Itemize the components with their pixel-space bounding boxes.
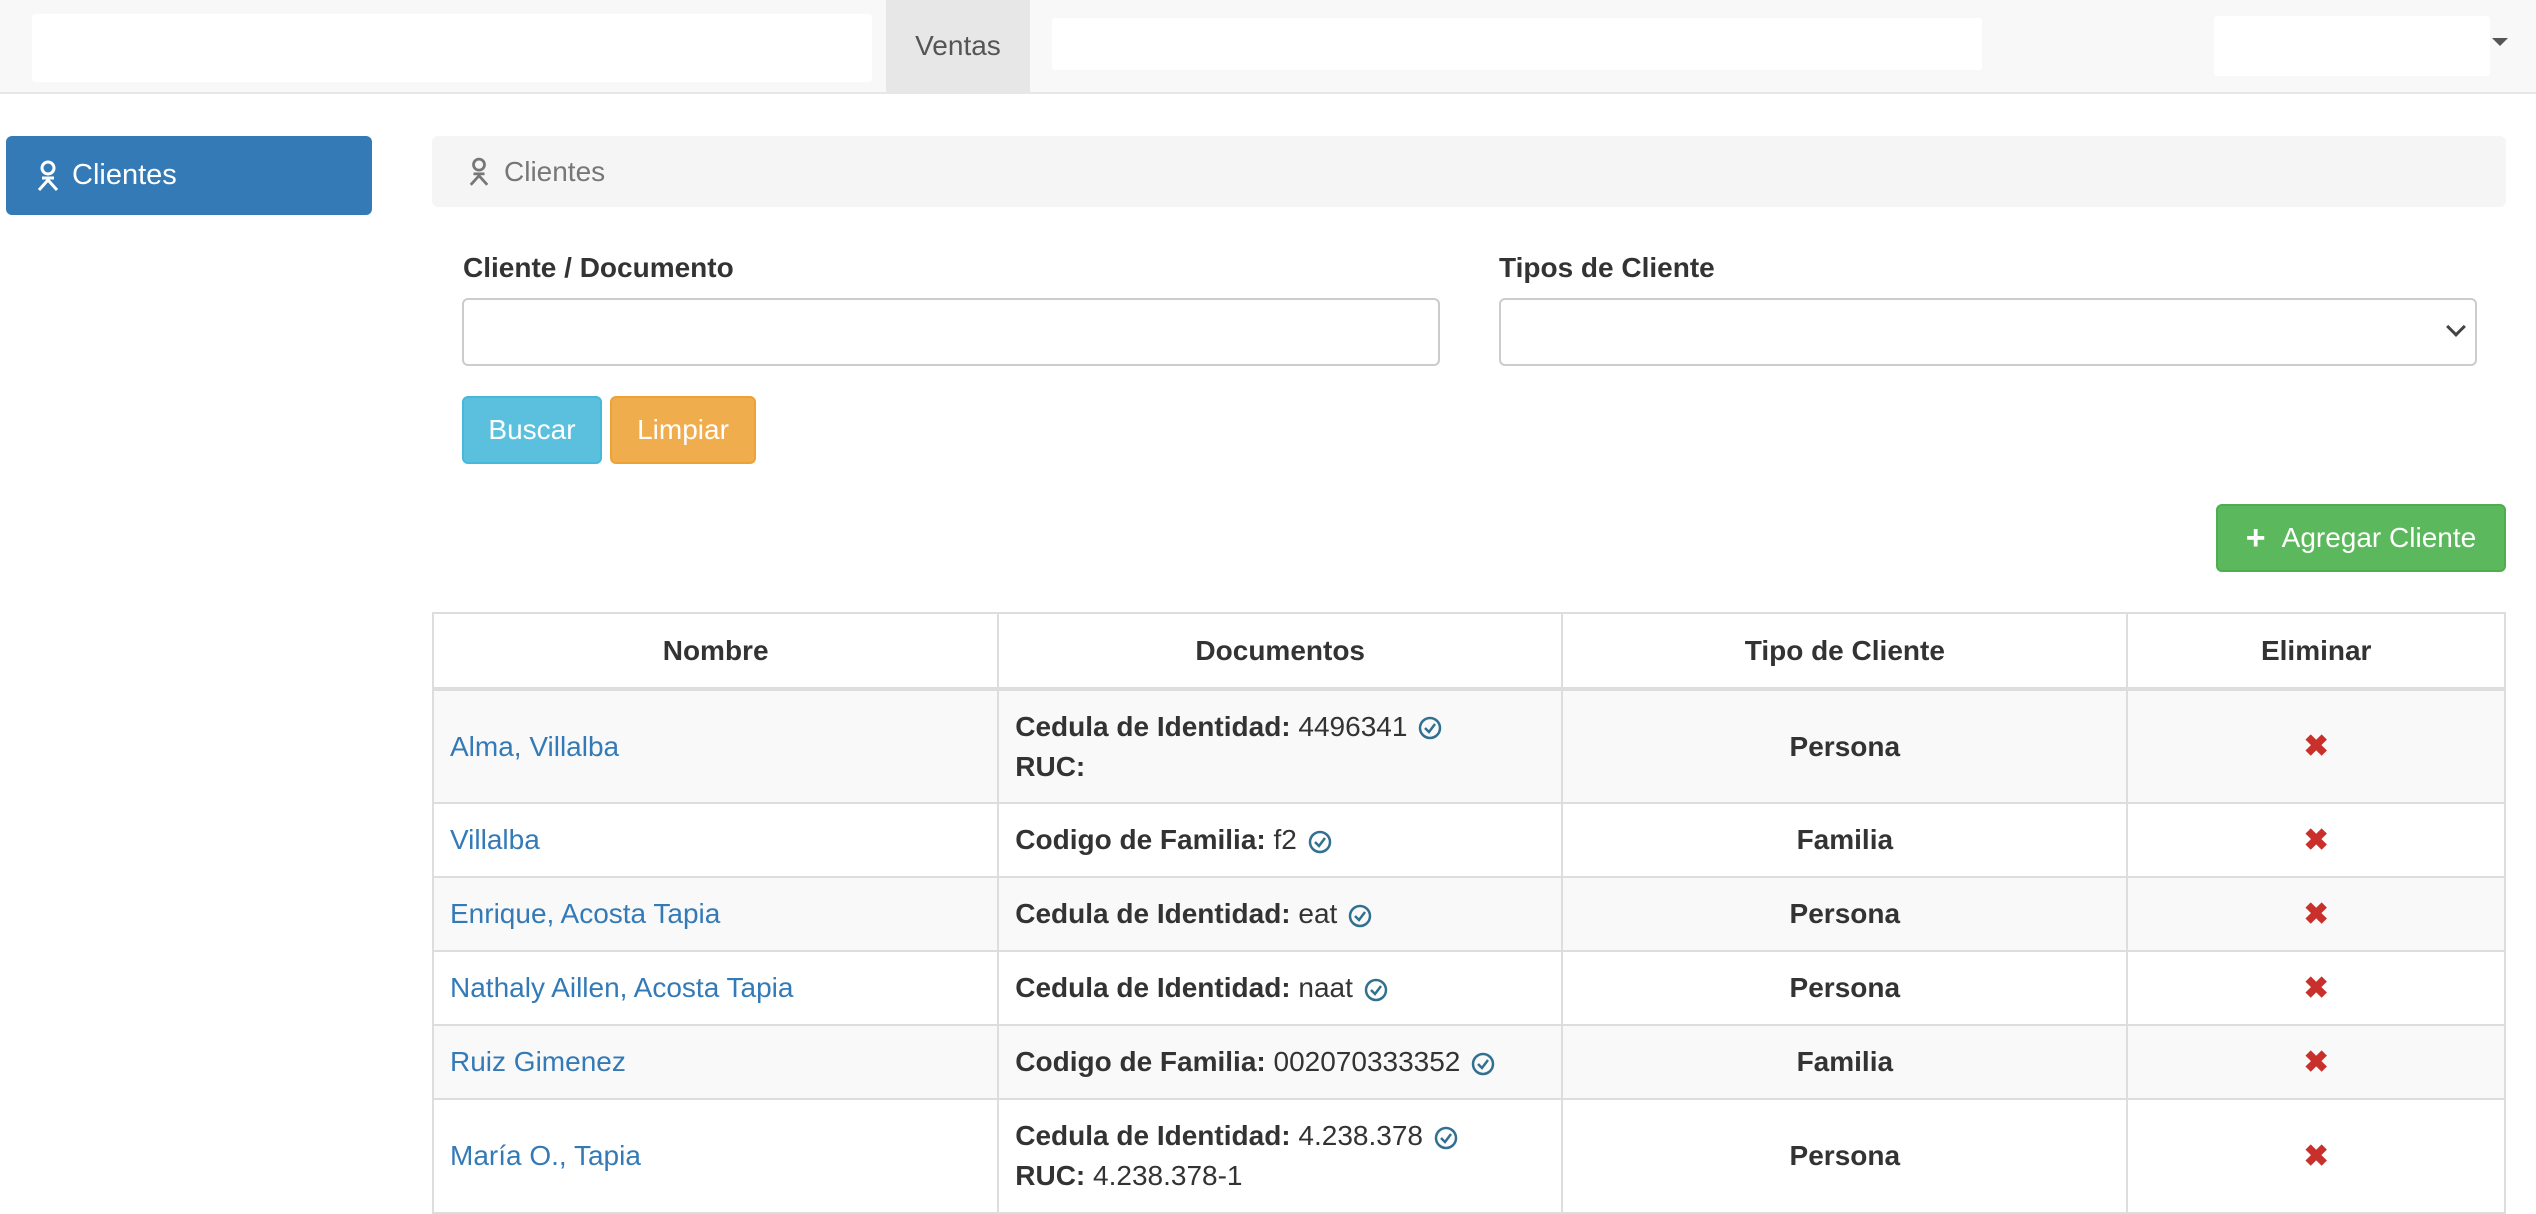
cell-nombre: Nathaly Aillen, Acosta Tapia [431, 950, 1000, 1026]
nav-brand-area[interactable] [32, 14, 872, 82]
doc-label: Cedula de Identidad: [1015, 898, 1291, 929]
cell-tipo: Persona [1561, 1098, 2129, 1214]
doc-value: eat [1298, 898, 1338, 929]
cell-documentos: Cedula de Identidad: naat [997, 950, 1564, 1026]
table-row: Ruiz Gimenez Codigo de Familia: 00207033… [431, 1024, 2506, 1100]
plus-icon: + [2245, 518, 2266, 557]
delete-icon[interactable]: ✖ [2304, 898, 2329, 931]
doc-label: Cedula de Identidad: [1015, 710, 1291, 742]
cell-documentos: Codigo de Familia: f2 [997, 802, 1564, 878]
page-header: Clientes [432, 136, 2506, 207]
doc-label: Codigo de Familia: [1015, 1046, 1266, 1077]
sidebar-item-clientes[interactable]: Clientes [6, 136, 372, 215]
cell-nombre: Ruiz Gimenez [431, 1024, 1000, 1100]
client-name-link[interactable]: Alma, Villalba [450, 731, 619, 762]
check-circle-icon [1364, 978, 1388, 1001]
client-name-link[interactable]: Villalba [450, 824, 540, 855]
cell-tipo: Persona [1561, 688, 2129, 804]
table-row: Nathaly Aillen, Acosta Tapia Cedula de I… [431, 950, 2506, 1026]
cell-eliminar: ✖ [2126, 1024, 2506, 1100]
table-row: María O., Tapia Cedula de Identidad: 4.2… [431, 1098, 2506, 1214]
doc-label: Cedula de Identidad: [1015, 972, 1291, 1003]
table-header-row: Nombre Documentos Tipo de Cliente Elimin… [431, 612, 2506, 691]
cell-nombre: Enrique, Acosta Tapia [431, 876, 1000, 952]
caret-down-icon[interactable] [2492, 38, 2508, 46]
check-circle-icon [1349, 904, 1372, 927]
cell-documentos: Cedula de Identidad: eat [997, 876, 1564, 952]
clientes-table: Nombre Documentos Tipo de Cliente Elimin… [431, 612, 2506, 1214]
delete-icon[interactable]: ✖ [2304, 972, 2329, 1005]
cell-tipo: Familia [1561, 1024, 2129, 1100]
cell-eliminar: ✖ [2126, 876, 2506, 952]
buscar-button[interactable]: Buscar [462, 396, 602, 464]
tipos-cliente-select[interactable] [1499, 298, 2477, 366]
doc-value: 4496341 [1298, 710, 1408, 742]
check-circle-icon [1434, 1126, 1458, 1149]
cell-tipo: Familia [1561, 802, 2129, 878]
cell-documentos: Cedula de Identidad: 4496341 RUC: [997, 688, 1564, 804]
doc-value: 4.238.378 [1298, 1120, 1423, 1151]
cell-eliminar: ✖ [2126, 1098, 2506, 1214]
nav-menu-area[interactable] [1052, 18, 1982, 70]
cell-nombre: Alma, Villalba [431, 688, 1000, 804]
limpiar-button[interactable]: Limpiar [610, 396, 756, 464]
cell-documentos: Cedula de Identidad: 4.238.378 RUC: 4.23… [997, 1098, 1564, 1214]
nav-tab-ventas[interactable]: Ventas [886, 0, 1030, 92]
cell-nombre: Villalba [431, 802, 1000, 878]
client-name-link[interactable]: Nathaly Aillen, Acosta Tapia [450, 972, 793, 1003]
doc-value: 4.238.378-1 [1093, 1160, 1243, 1191]
cliente-documento-input[interactable] [462, 298, 1440, 366]
delete-icon[interactable]: ✖ [2304, 824, 2329, 857]
user-icon [37, 160, 59, 191]
column-header-nombre[interactable]: Nombre [431, 612, 1000, 691]
table-row: Alma, Villalba Cedula de Identidad: 4496… [431, 688, 2506, 804]
cell-documentos: Codigo de Familia: 002070333352 [997, 1024, 1564, 1100]
client-name-link[interactable]: María O., Tapia [450, 1140, 641, 1171]
cell-tipo: Persona [1561, 876, 2129, 952]
delete-icon[interactable]: ✖ [2304, 1140, 2329, 1173]
client-name-link[interactable]: Ruiz Gimenez [450, 1046, 626, 1077]
agregar-cliente-button[interactable]: + Agregar Cliente [2216, 504, 2506, 572]
cell-eliminar: ✖ [2126, 802, 2506, 878]
doc-label: Codigo de Familia: [1015, 824, 1266, 855]
check-circle-icon [1419, 716, 1442, 740]
table-row: Villalba Codigo de Familia: f2 Familia ✖ [431, 802, 2506, 878]
doc-label: RUC: [1015, 750, 1086, 782]
sidebar-item-label: Clientes [72, 159, 177, 191]
check-circle-icon [1472, 1052, 1495, 1075]
check-circle-icon [1308, 830, 1332, 853]
doc-label: Cedula de Identidad: [1015, 1120, 1291, 1151]
cell-eliminar: ✖ [2126, 950, 2506, 1026]
column-header-eliminar: Eliminar [2126, 612, 2506, 691]
cliente-documento-label: Cliente / Documento [463, 252, 734, 283]
cell-eliminar: ✖ [2126, 688, 2506, 804]
delete-icon[interactable]: ✖ [2304, 1046, 2329, 1079]
doc-value: 002070333352 [1273, 1046, 1461, 1077]
cell-tipo: Persona [1561, 950, 2129, 1026]
cell-nombre: María O., Tapia [431, 1098, 1000, 1214]
user-icon [469, 157, 489, 186]
doc-value: naat [1298, 972, 1353, 1003]
delete-icon[interactable]: ✖ [2304, 730, 2329, 763]
user-menu[interactable] [2214, 16, 2490, 76]
doc-label: RUC: [1015, 1160, 1086, 1191]
column-header-tipo[interactable]: Tipo de Cliente [1561, 612, 2129, 691]
agregar-cliente-label: Agregar Cliente [2281, 522, 2477, 553]
client-name-link[interactable]: Enrique, Acosta Tapia [450, 898, 720, 929]
column-header-documentos[interactable]: Documentos [997, 612, 1564, 691]
tipos-cliente-label: Tipos de Cliente [1499, 252, 1715, 283]
page-title: Clientes [504, 155, 606, 187]
doc-value: f2 [1273, 824, 1297, 855]
table-row: Enrique, Acosta Tapia Cedula de Identida… [431, 876, 2506, 952]
top-navbar: Ventas [0, 0, 2536, 94]
